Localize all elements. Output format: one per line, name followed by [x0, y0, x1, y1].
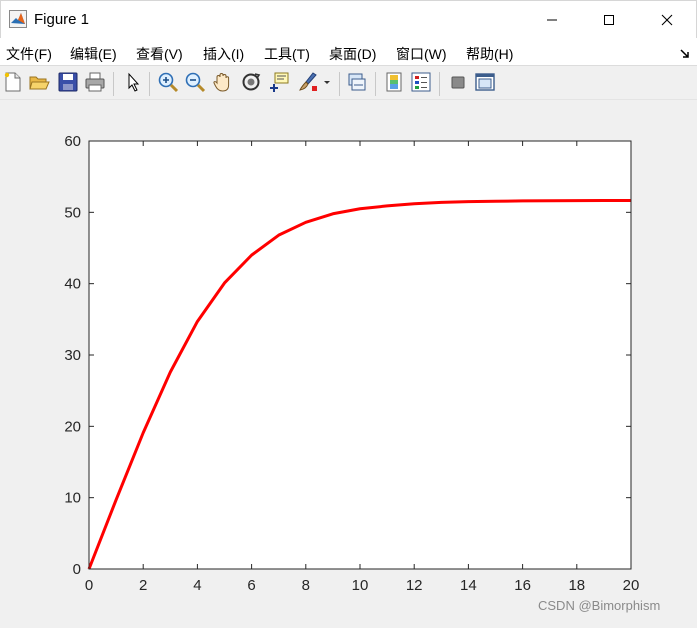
toolbar-separator: [439, 72, 440, 96]
window-title: Figure 1: [34, 11, 90, 28]
menu-file[interactable]: 文件(F): [6, 44, 52, 64]
menu-insert[interactable]: 插入(I): [203, 44, 244, 64]
dock-figure-icon[interactable]: [679, 47, 691, 65]
y-tick-label: 30: [64, 347, 81, 364]
menu-help[interactable]: 帮助(H): [466, 44, 513, 64]
watermark: CSDN @Bimorphism: [538, 598, 661, 613]
x-tick-label: 18: [568, 577, 585, 594]
new-figure-icon[interactable]: [2, 71, 24, 93]
minimize-icon: [547, 19, 557, 21]
matlab-icon: [9, 10, 27, 28]
edit-plot-arrow-icon[interactable]: [122, 71, 144, 93]
toolbar-separator: [113, 72, 114, 96]
y-tick-label: 0: [73, 561, 81, 578]
menu-window[interactable]: 窗口(W): [396, 44, 447, 64]
show-plot-tools-icon[interactable]: [474, 71, 496, 93]
y-tick-label: 10: [64, 490, 81, 507]
open-file-icon[interactable]: [28, 71, 50, 93]
figure-toolbar: [0, 66, 697, 100]
close-button[interactable]: [644, 5, 690, 35]
y-tick-label: 20: [64, 418, 81, 435]
hide-plot-tools-icon[interactable]: [447, 71, 469, 93]
rotate-3d-icon[interactable]: [240, 71, 262, 93]
figure-canvas: 0 2 4 6 8 10 12 14 16 18 20 0 10 20 30 40 50 60: [0, 100, 697, 623]
y-tick-label: 40: [64, 276, 81, 293]
brush-icon[interactable]: [297, 71, 319, 93]
save-icon[interactable]: [57, 71, 79, 93]
print-icon[interactable]: [84, 71, 106, 93]
menu-desktop[interactable]: 桌面(D): [329, 44, 376, 64]
y-tick-label: 60: [64, 133, 81, 150]
x-tick-label: 20: [623, 577, 640, 594]
x-tick-label: 6: [247, 577, 255, 594]
x-tick-label: 10: [352, 577, 369, 594]
minimize-button[interactable]: [529, 5, 575, 35]
menu-bar: 文件(F) 编辑(E) 查看(V) 插入(I) 工具(T) 桌面(D) 窗口(W…: [0, 38, 697, 66]
data-cursor-icon[interactable]: [268, 71, 290, 93]
x-tick-label: 4: [193, 577, 201, 594]
x-tick-label: 12: [406, 577, 423, 594]
toolbar-separator: [339, 72, 340, 96]
title-bar: Figure 1: [0, 0, 697, 38]
close-icon: [661, 14, 673, 26]
zoom-in-icon[interactable]: [157, 71, 179, 93]
line-chart: 0 2 4 6 8 10 12 14 16 18 20 0 10 20 30 40 50 60: [64, 133, 640, 594]
x-tick-label: 14: [460, 577, 477, 594]
insert-colorbar-icon[interactable]: [383, 71, 405, 93]
pan-hand-icon[interactable]: [211, 71, 233, 93]
maximize-icon: [604, 15, 614, 25]
x-tick-label: 8: [302, 577, 310, 594]
toolbar-separator: [375, 72, 376, 96]
brush-dropdown-icon[interactable]: [322, 71, 332, 93]
maximize-button[interactable]: [586, 5, 632, 35]
menu-view[interactable]: 查看(V): [136, 44, 183, 64]
menu-edit[interactable]: 编辑(E): [70, 44, 117, 64]
x-tick-label: 2: [139, 577, 147, 594]
link-plot-icon[interactable]: [346, 71, 368, 93]
axes-background: [89, 141, 631, 569]
y-tick-label: 50: [64, 204, 81, 221]
menu-tools[interactable]: 工具(T): [264, 44, 310, 64]
insert-legend-icon[interactable]: [410, 71, 432, 93]
x-tick-label: 0: [85, 577, 93, 594]
x-tick-label: 16: [514, 577, 531, 594]
toolbar-separator: [149, 72, 150, 96]
zoom-out-icon[interactable]: [184, 71, 206, 93]
